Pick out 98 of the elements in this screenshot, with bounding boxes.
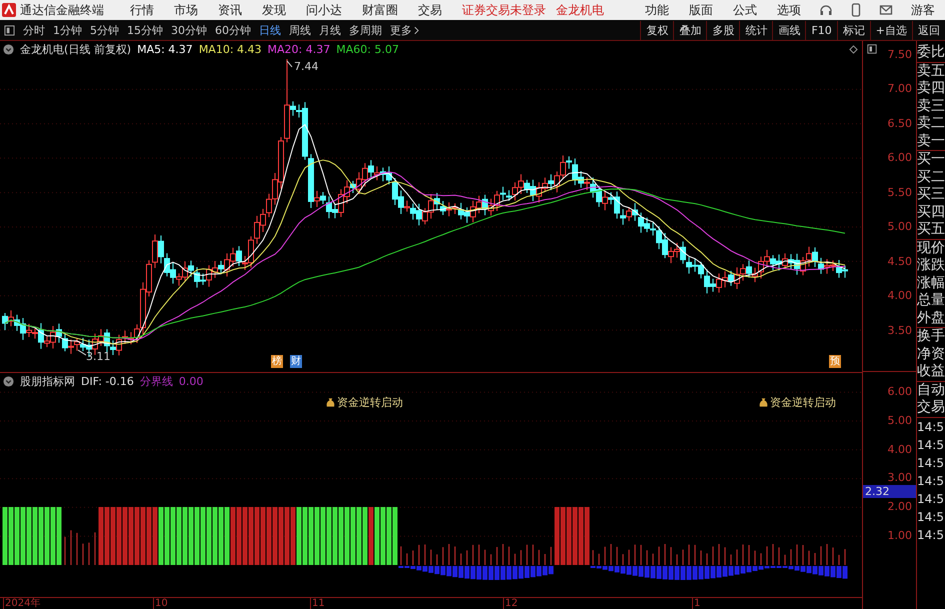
- menu-item[interactable]: 问小达: [296, 2, 352, 18]
- signal-label: 资金逆转启动: [325, 395, 403, 410]
- trade-time: 14:5: [917, 490, 945, 508]
- quote-field-label: 涨跌: [917, 257, 945, 274]
- more-button[interactable]: 更多: [386, 22, 423, 38]
- quote-field-label: 卖五: [917, 62, 945, 80]
- toolbar-button[interactable]: 复权: [640, 20, 674, 40]
- date-tick-label: 11: [310, 598, 325, 609]
- value-tick-label: 6.00: [888, 385, 913, 399]
- quote-field-label: 换手: [917, 328, 945, 346]
- value-tick-label: 5.00: [888, 414, 913, 428]
- menu-item[interactable]: 交易: [408, 2, 452, 18]
- quote-field-label: 总量: [917, 292, 945, 310]
- high-price-label: 7.44: [294, 60, 318, 73]
- quote-field-label: 买五: [917, 221, 945, 238]
- menu-item[interactable]: 市场: [164, 2, 208, 18]
- moving-average-label: MA60: 5.07: [336, 43, 399, 56]
- toolbar-button[interactable]: 返回: [912, 20, 945, 40]
- quote-field-label: 买四: [917, 204, 945, 221]
- menu-item[interactable]: 行情: [120, 2, 164, 18]
- quote-field-label: 买二: [917, 168, 945, 186]
- price-tick-label: 6.50: [888, 116, 913, 132]
- value-tick-label: 1.00: [888, 528, 913, 543]
- quote-field-label: 卖三: [917, 98, 945, 115]
- value-tick-label: 3.00: [888, 471, 913, 486]
- date-tick-label: 2024年: [3, 598, 40, 609]
- menu-item[interactable]: 公式: [723, 2, 767, 18]
- quote-field-label: 涨幅: [917, 274, 945, 292]
- price-tick-label: 4.50: [888, 254, 913, 270]
- login-notice: 证券交易未登录: [462, 2, 546, 18]
- trade-time: 14:5: [917, 508, 945, 526]
- trade-time: 14:5: [917, 436, 945, 454]
- period-tab[interactable]: 多周期: [345, 22, 386, 38]
- price-tick-label: 7.50: [888, 47, 913, 63]
- period-tab[interactable]: 15分钟: [123, 22, 167, 38]
- toolbar-button[interactable]: 标记: [836, 20, 870, 40]
- trade-time: 14:5: [917, 418, 945, 436]
- period-tab[interactable]: 月线: [315, 22, 345, 38]
- period-tab[interactable]: 60分钟: [211, 22, 255, 38]
- app-title: 通达信金融终端: [20, 2, 104, 18]
- period-tab[interactable]: 5分钟: [86, 22, 123, 38]
- toolbar-button[interactable]: 统计: [739, 20, 772, 40]
- quote-field-label: 买三: [917, 186, 945, 204]
- moving-average-label: MA5: 4.37: [137, 43, 193, 56]
- menu-item[interactable]: 资讯: [208, 2, 252, 18]
- menu-item[interactable]: 功能: [635, 2, 679, 18]
- toolbar-button[interactable]: 画线: [772, 20, 806, 40]
- period-tab[interactable]: 1分钟: [49, 22, 86, 38]
- user-label[interactable]: 游客: [901, 2, 945, 18]
- price-tick-label: 5.50: [888, 184, 913, 201]
- price-tick-label: 3.50: [888, 322, 913, 338]
- indicator-name: 股朋指标网: [20, 374, 75, 389]
- menu-item[interactable]: 选项: [767, 2, 811, 18]
- toolbar-button[interactable]: 多股: [706, 20, 740, 40]
- stock-name: 金龙机电: [556, 2, 604, 18]
- value-tick-label: 4.00: [888, 442, 913, 457]
- menu-item[interactable]: 财富圈: [352, 2, 408, 18]
- quote-field-label: 交易: [917, 399, 945, 416]
- current-value-label: 2.32: [863, 485, 916, 498]
- period-tab[interactable]: 日线: [255, 22, 285, 38]
- quote-field-label: 买一: [917, 151, 945, 168]
- trade-time: 14:5: [917, 526, 945, 544]
- moving-average-label: MA20: 4.37: [268, 43, 330, 56]
- toolbar-button[interactable]: 叠加: [673, 20, 706, 40]
- toolbar-button[interactable]: +自选: [870, 20, 912, 40]
- price-tick-label: 7.00: [888, 81, 913, 98]
- quote-field-label: 委比: [917, 44, 945, 62]
- menu-item[interactable]: 发现: [252, 2, 296, 18]
- quote-field-label: 收益: [917, 363, 945, 380]
- quote-field-label: 卖二: [917, 115, 945, 132]
- event-badge[interactable]: 财: [290, 355, 302, 368]
- menu-item[interactable]: 版面: [679, 2, 723, 18]
- quote-field-label: 卖一: [917, 132, 945, 150]
- value-tick-label: 2.00: [888, 500, 913, 514]
- low-price-label: 3.11: [86, 350, 110, 363]
- indicator-value: 分界线: [140, 374, 173, 389]
- date-tick-label: 1: [692, 598, 700, 609]
- indicator-value: 0.00: [178, 375, 204, 388]
- period-tab[interactable]: 周线: [285, 22, 315, 38]
- trade-time: 14:5: [917, 472, 945, 490]
- quote-field-label: 卖四: [917, 80, 945, 98]
- price-tick-label: 5.00: [888, 219, 913, 236]
- quote-field-label: 自动: [917, 382, 945, 399]
- trade-time: 14:5: [917, 454, 945, 472]
- price-tick-label: 6.00: [888, 150, 913, 166]
- toolbar-button[interactable]: F10: [805, 20, 837, 40]
- signal-label: 资金逆转启动: [758, 395, 836, 410]
- quote-field-label: 现价: [917, 240, 945, 257]
- quote-field-label: 外盘: [917, 310, 945, 327]
- chart-title: 金龙机电(日线 前复权): [20, 42, 132, 57]
- period-tab[interactable]: 30分钟: [167, 22, 211, 38]
- moving-average-label: MA10: 4.43: [198, 43, 262, 56]
- date-tick-label: 10: [153, 598, 168, 609]
- indicator-value: DIF: -0.16: [81, 375, 134, 388]
- quote-field-label: 净资: [917, 346, 945, 363]
- period-tab[interactable]: 分时: [19, 22, 49, 38]
- price-tick-label: 4.00: [888, 288, 913, 304]
- date-tick-label: 12: [503, 598, 518, 609]
